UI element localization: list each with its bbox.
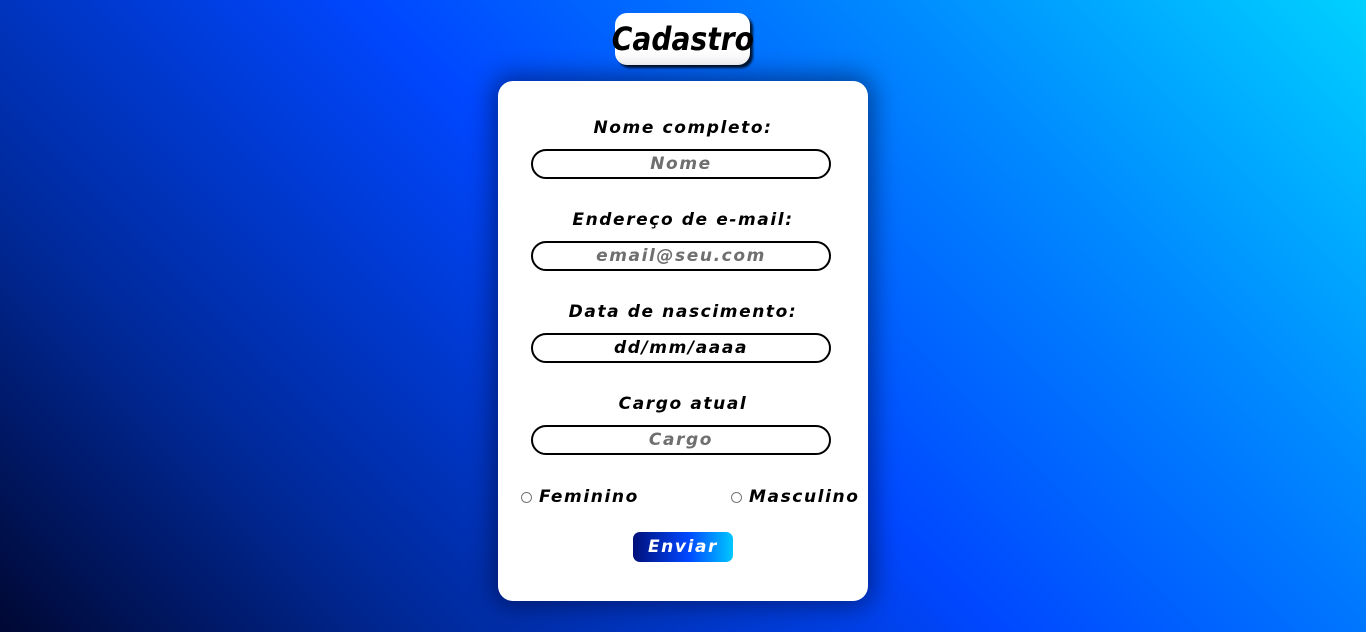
gender-option-male[interactable]: Masculino xyxy=(731,487,860,507)
job-title-input[interactable] xyxy=(531,425,831,455)
male-radio-label[interactable]: Masculino xyxy=(749,487,860,507)
female-radio-button[interactable] xyxy=(521,491,532,503)
page-title-box: Cadastro xyxy=(611,13,754,65)
female-radio-label[interactable]: Feminino xyxy=(539,487,639,507)
submit-button[interactable]: Enviar xyxy=(633,532,733,562)
full-name-input[interactable] xyxy=(531,149,831,179)
email-input[interactable] xyxy=(531,241,831,271)
full-name-label: Nome completo: xyxy=(593,118,773,138)
registration-form-card: Nome completo: Endereço de e-mail: Data … xyxy=(498,81,868,601)
gender-option-female[interactable]: Feminino xyxy=(521,487,639,507)
birth-date-label: Data de nascimento: xyxy=(568,302,798,322)
male-radio-button[interactable] xyxy=(731,491,742,503)
birth-date-input[interactable] xyxy=(531,333,831,363)
page-title: Cadastro xyxy=(611,20,754,58)
job-title-label: Cargo atual xyxy=(618,394,748,414)
email-label: Endereço de e-mail: xyxy=(572,210,794,230)
